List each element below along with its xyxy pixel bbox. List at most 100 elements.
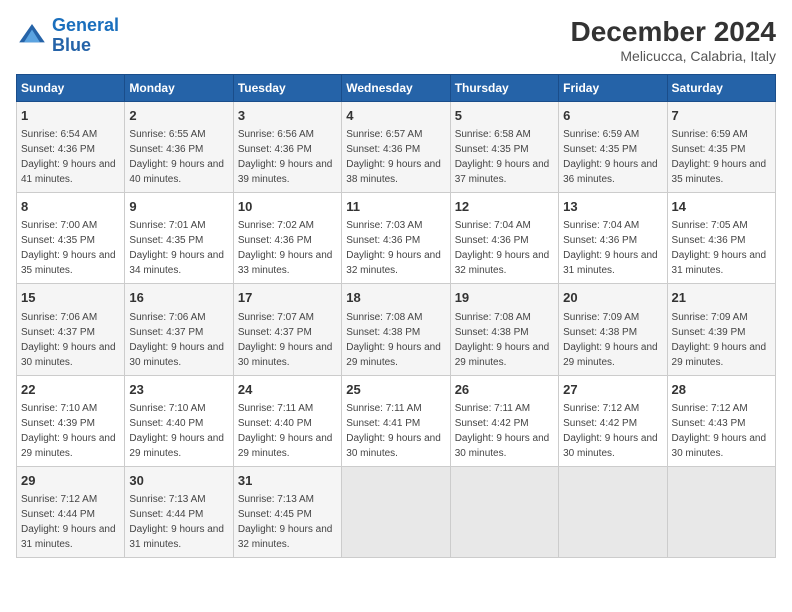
day-info: Sunrise: 7:06 AMSunset: 4:37 PMDaylight:…: [21, 312, 116, 368]
day-info: Sunrise: 7:08 AMSunset: 4:38 PMDaylight:…: [346, 312, 441, 368]
day-info: Sunrise: 7:11 AMSunset: 4:42 PMDaylight:…: [455, 403, 550, 459]
day-info: Sunrise: 7:09 AMSunset: 4:38 PMDaylight:…: [563, 312, 658, 368]
calendar-cell: 29 Sunrise: 7:12 AMSunset: 4:44 PMDaylig…: [17, 466, 125, 557]
col-friday: Friday: [559, 75, 667, 102]
day-info: Sunrise: 7:04 AMSunset: 4:36 PMDaylight:…: [455, 220, 550, 276]
day-info: Sunrise: 7:01 AMSunset: 4:35 PMDaylight:…: [129, 220, 224, 276]
day-info: Sunrise: 7:10 AMSunset: 4:39 PMDaylight:…: [21, 403, 116, 459]
calendar-cell: 26 Sunrise: 7:11 AMSunset: 4:42 PMDaylig…: [450, 375, 558, 466]
calendar-cell: [342, 466, 450, 557]
day-number: 30: [129, 472, 228, 490]
day-number: 10: [238, 198, 337, 216]
day-number: 16: [129, 289, 228, 307]
calendar-cell: 4 Sunrise: 6:57 AMSunset: 4:36 PMDayligh…: [342, 102, 450, 193]
day-number: 3: [238, 107, 337, 125]
calendar-cell: 17 Sunrise: 7:07 AMSunset: 4:37 PMDaylig…: [233, 284, 341, 375]
day-info: Sunrise: 7:06 AMSunset: 4:37 PMDaylight:…: [129, 312, 224, 368]
calendar-cell: 16 Sunrise: 7:06 AMSunset: 4:37 PMDaylig…: [125, 284, 233, 375]
day-info: Sunrise: 7:10 AMSunset: 4:40 PMDaylight:…: [129, 403, 224, 459]
calendar-week-row: 1 Sunrise: 6:54 AMSunset: 4:36 PMDayligh…: [17, 102, 776, 193]
calendar-cell: 30 Sunrise: 7:13 AMSunset: 4:44 PMDaylig…: [125, 466, 233, 557]
calendar-cell: 13 Sunrise: 7:04 AMSunset: 4:36 PMDaylig…: [559, 193, 667, 284]
calendar-cell: 24 Sunrise: 7:11 AMSunset: 4:40 PMDaylig…: [233, 375, 341, 466]
calendar-cell: 22 Sunrise: 7:10 AMSunset: 4:39 PMDaylig…: [17, 375, 125, 466]
calendar-cell: 20 Sunrise: 7:09 AMSunset: 4:38 PMDaylig…: [559, 284, 667, 375]
day-info: Sunrise: 6:58 AMSunset: 4:35 PMDaylight:…: [455, 129, 550, 185]
day-number: 9: [129, 198, 228, 216]
calendar-cell: 3 Sunrise: 6:56 AMSunset: 4:36 PMDayligh…: [233, 102, 341, 193]
day-info: Sunrise: 7:13 AMSunset: 4:45 PMDaylight:…: [238, 494, 333, 550]
day-number: 5: [455, 107, 554, 125]
day-number: 12: [455, 198, 554, 216]
calendar-cell: 5 Sunrise: 6:58 AMSunset: 4:35 PMDayligh…: [450, 102, 558, 193]
day-number: 29: [21, 472, 120, 490]
day-info: Sunrise: 6:54 AMSunset: 4:36 PMDaylight:…: [21, 129, 116, 185]
calendar-cell: 27 Sunrise: 7:12 AMSunset: 4:42 PMDaylig…: [559, 375, 667, 466]
day-number: 23: [129, 381, 228, 399]
day-info: Sunrise: 7:12 AMSunset: 4:43 PMDaylight:…: [672, 403, 767, 459]
calendar-table: Sunday Monday Tuesday Wednesday Thursday…: [16, 74, 776, 558]
day-info: Sunrise: 7:11 AMSunset: 4:40 PMDaylight:…: [238, 403, 333, 459]
calendar-cell: 12 Sunrise: 7:04 AMSunset: 4:36 PMDaylig…: [450, 193, 558, 284]
page-subtitle: Melicucca, Calabria, Italy: [571, 48, 776, 64]
calendar-cell: 25 Sunrise: 7:11 AMSunset: 4:41 PMDaylig…: [342, 375, 450, 466]
page-title: December 2024: [571, 16, 776, 48]
day-number: 25: [346, 381, 445, 399]
calendar-cell: [450, 466, 558, 557]
day-number: 20: [563, 289, 662, 307]
day-info: Sunrise: 7:13 AMSunset: 4:44 PMDaylight:…: [129, 494, 224, 550]
day-number: 11: [346, 198, 445, 216]
day-info: Sunrise: 7:09 AMSunset: 4:39 PMDaylight:…: [672, 312, 767, 368]
calendar-cell: 15 Sunrise: 7:06 AMSunset: 4:37 PMDaylig…: [17, 284, 125, 375]
calendar-cell: 6 Sunrise: 6:59 AMSunset: 4:35 PMDayligh…: [559, 102, 667, 193]
day-number: 19: [455, 289, 554, 307]
day-number: 15: [21, 289, 120, 307]
day-number: 13: [563, 198, 662, 216]
calendar-cell: 2 Sunrise: 6:55 AMSunset: 4:36 PMDayligh…: [125, 102, 233, 193]
day-number: 22: [21, 381, 120, 399]
day-number: 4: [346, 107, 445, 125]
calendar-cell: [667, 466, 775, 557]
calendar-cell: 8 Sunrise: 7:00 AMSunset: 4:35 PMDayligh…: [17, 193, 125, 284]
day-info: Sunrise: 7:12 AMSunset: 4:44 PMDaylight:…: [21, 494, 116, 550]
day-number: 24: [238, 381, 337, 399]
calendar-week-row: 22 Sunrise: 7:10 AMSunset: 4:39 PMDaylig…: [17, 375, 776, 466]
day-number: 1: [21, 107, 120, 125]
col-monday: Monday: [125, 75, 233, 102]
day-info: Sunrise: 6:59 AMSunset: 4:35 PMDaylight:…: [672, 129, 767, 185]
calendar-cell: 19 Sunrise: 7:08 AMSunset: 4:38 PMDaylig…: [450, 284, 558, 375]
calendar-cell: 10 Sunrise: 7:02 AMSunset: 4:36 PMDaylig…: [233, 193, 341, 284]
col-saturday: Saturday: [667, 75, 775, 102]
day-number: 27: [563, 381, 662, 399]
day-info: Sunrise: 7:12 AMSunset: 4:42 PMDaylight:…: [563, 403, 658, 459]
day-number: 17: [238, 289, 337, 307]
day-info: Sunrise: 7:05 AMSunset: 4:36 PMDaylight:…: [672, 220, 767, 276]
day-number: 7: [672, 107, 771, 125]
day-number: 8: [21, 198, 120, 216]
logo-icon: [16, 20, 48, 52]
logo: General Blue: [16, 16, 119, 56]
calendar-cell: 28 Sunrise: 7:12 AMSunset: 4:43 PMDaylig…: [667, 375, 775, 466]
day-info: Sunrise: 6:57 AMSunset: 4:36 PMDaylight:…: [346, 129, 441, 185]
day-info: Sunrise: 7:11 AMSunset: 4:41 PMDaylight:…: [346, 403, 441, 459]
calendar-cell: [559, 466, 667, 557]
calendar-week-row: 29 Sunrise: 7:12 AMSunset: 4:44 PMDaylig…: [17, 466, 776, 557]
calendar-cell: 11 Sunrise: 7:03 AMSunset: 4:36 PMDaylig…: [342, 193, 450, 284]
calendar-body: 1 Sunrise: 6:54 AMSunset: 4:36 PMDayligh…: [17, 102, 776, 558]
day-info: Sunrise: 7:03 AMSunset: 4:36 PMDaylight:…: [346, 220, 441, 276]
day-number: 31: [238, 472, 337, 490]
calendar-cell: 31 Sunrise: 7:13 AMSunset: 4:45 PMDaylig…: [233, 466, 341, 557]
day-info: Sunrise: 7:07 AMSunset: 4:37 PMDaylight:…: [238, 312, 333, 368]
day-info: Sunrise: 7:02 AMSunset: 4:36 PMDaylight:…: [238, 220, 333, 276]
day-info: Sunrise: 6:59 AMSunset: 4:35 PMDaylight:…: [563, 129, 658, 185]
day-number: 26: [455, 381, 554, 399]
day-number: 18: [346, 289, 445, 307]
col-tuesday: Tuesday: [233, 75, 341, 102]
calendar-header-row: Sunday Monday Tuesday Wednesday Thursday…: [17, 75, 776, 102]
day-info: Sunrise: 7:04 AMSunset: 4:36 PMDaylight:…: [563, 220, 658, 276]
calendar-week-row: 15 Sunrise: 7:06 AMSunset: 4:37 PMDaylig…: [17, 284, 776, 375]
calendar-cell: 9 Sunrise: 7:01 AMSunset: 4:35 PMDayligh…: [125, 193, 233, 284]
calendar-cell: 7 Sunrise: 6:59 AMSunset: 4:35 PMDayligh…: [667, 102, 775, 193]
calendar-cell: 14 Sunrise: 7:05 AMSunset: 4:36 PMDaylig…: [667, 193, 775, 284]
day-number: 2: [129, 107, 228, 125]
